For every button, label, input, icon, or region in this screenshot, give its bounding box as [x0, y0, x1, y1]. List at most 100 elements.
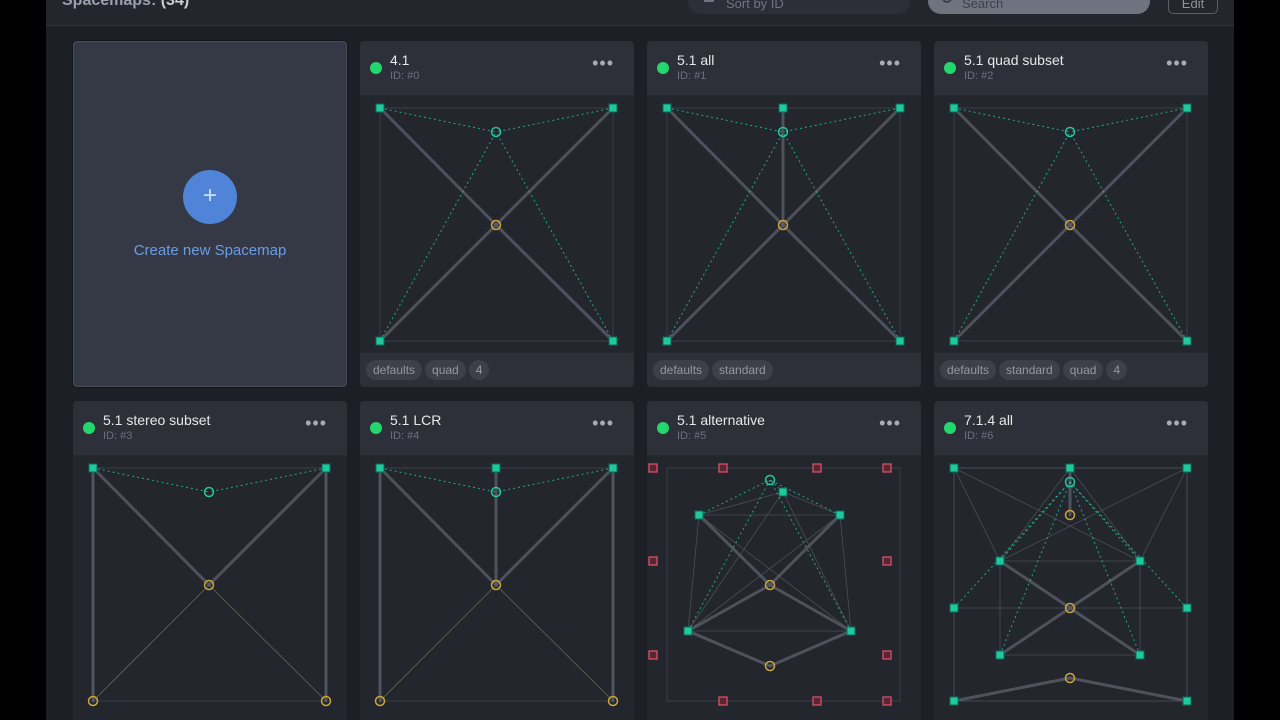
spacemap-card[interactable]: 7.1.4 all ID: #6 •••	[934, 401, 1208, 720]
dashed-link	[698, 479, 771, 516]
spacemap-diagram	[87, 463, 332, 707]
card-id: ID: #5	[677, 430, 707, 442]
tag-chip[interactable]: defaults	[366, 360, 423, 380]
more-options-icon[interactable]: •••	[592, 413, 614, 434]
dashed-link	[953, 131, 1071, 342]
listener-path	[379, 584, 497, 702]
card-title: 5.1 all	[677, 52, 715, 68]
speaker-path	[378, 106, 498, 227]
spacemap-diagram	[949, 103, 1192, 346]
speaker-path	[665, 106, 785, 227]
speaker-path	[768, 629, 853, 668]
tag-chip[interactable]: defaults	[653, 360, 710, 380]
tag-bar: defaults quad 4	[360, 353, 634, 387]
dashed-link	[769, 479, 841, 516]
speaker-node	[949, 696, 959, 706]
spacemap-card[interactable]: 4.1 ID: #0 ••• defaults quad 4	[360, 41, 634, 387]
speaker-path	[781, 223, 902, 343]
tag-chip[interactable]: quad	[1062, 360, 1104, 380]
speaker-node	[846, 626, 856, 636]
spacemaps-app: Spacemaps: (34) Sort by ID Search Edit +…	[46, 0, 1234, 720]
tag-chip[interactable]: 4	[468, 360, 490, 380]
dashed-link	[666, 107, 784, 133]
spacemap-card[interactable]: 5.1 alternative ID: #5 •••	[647, 401, 921, 720]
page-title: Spacemaps: (34)	[62, 0, 189, 10]
speaker-node	[949, 463, 959, 473]
dashed-link	[1069, 481, 1188, 609]
speaker-node	[778, 103, 788, 113]
sort-label: Sort by ID	[726, 0, 784, 11]
spacemap-card[interactable]: 5.1 stereo subset ID: #3 •••	[73, 401, 347, 720]
speaker-path	[952, 106, 1072, 227]
spacemap-card[interactable]: 5.1 LCR ID: #4 •••	[360, 401, 634, 720]
grid-line	[953, 467, 1001, 562]
card-id: ID: #6	[964, 430, 994, 442]
speaker-path	[378, 466, 498, 587]
more-options-icon[interactable]: •••	[305, 413, 327, 434]
card-title: 5.1 stereo subset	[103, 412, 211, 428]
speaker-path	[686, 629, 772, 668]
top-bar: Spacemaps: (34) Sort by ID Search Edit	[46, 0, 1234, 26]
disabled-speaker	[648, 556, 658, 566]
more-options-icon[interactable]: •••	[592, 53, 614, 74]
dashed-link	[782, 107, 901, 133]
speaker-node	[1182, 463, 1192, 473]
speaker-node	[949, 603, 959, 613]
search-input[interactable]: Search	[928, 0, 1150, 14]
edit-button[interactable]: Edit	[1168, 0, 1218, 14]
card-id: ID: #2	[964, 70, 994, 82]
speaker-path	[1068, 223, 1189, 343]
card-title: 5.1 quad subset	[964, 52, 1064, 68]
card-title: 4.1	[390, 52, 410, 68]
title-text: Spacemaps:	[62, 0, 157, 9]
dashed-link	[379, 467, 497, 493]
grid-line	[839, 514, 852, 632]
speaker-path	[494, 466, 615, 587]
speaker-path	[781, 106, 902, 227]
status-dot	[657, 422, 669, 434]
tag-chip[interactable]: defaults	[940, 360, 997, 380]
speaker-path	[91, 466, 211, 587]
tag-chip[interactable]: standard	[712, 360, 773, 380]
grid-line	[1139, 467, 1188, 562]
plus-icon[interactable]: +	[183, 170, 237, 224]
create-spacemap-card[interactable]: + Create new Spacemap	[73, 41, 347, 387]
grid-line	[1069, 467, 1141, 562]
speaker-node	[895, 336, 905, 346]
speaker-node	[608, 103, 618, 113]
card-title: 5.1 LCR	[390, 412, 442, 428]
speaker-node	[608, 463, 618, 473]
speaker-path	[378, 223, 498, 343]
speaker-node	[375, 463, 385, 473]
more-options-icon[interactable]: •••	[879, 413, 901, 434]
listener-path	[495, 584, 614, 702]
speaker-node	[835, 510, 845, 520]
search-icon	[942, 0, 952, 3]
speaker-path	[494, 223, 615, 343]
dashed-link	[666, 131, 784, 342]
disabled-speaker	[718, 696, 728, 706]
speaker-node	[321, 463, 331, 473]
disabled-speaker	[648, 463, 658, 473]
spacemap-card[interactable]: 5.1 quad subset ID: #2 ••• defaults standard…	[934, 41, 1208, 387]
speaker-node	[375, 103, 385, 113]
card-header: 7.1.4 all ID: #6 •••	[934, 401, 1208, 455]
more-options-icon[interactable]: •••	[1166, 413, 1188, 434]
create-spacemap-label[interactable]: Create new Spacemap	[74, 242, 346, 259]
spacemap-diagram	[374, 463, 619, 707]
grid-line	[999, 467, 1188, 562]
speaker-path	[1068, 676, 1189, 703]
disabled-speaker	[812, 696, 822, 706]
sort-dropdown[interactable]: Sort by ID	[688, 0, 910, 14]
speaker-node	[88, 463, 98, 473]
spacemap-card[interactable]: 5.1 all ID: #1 ••• defaults standard	[647, 41, 921, 387]
more-options-icon[interactable]: •••	[1166, 53, 1188, 74]
speaker-node	[662, 336, 672, 346]
more-options-icon[interactable]: •••	[879, 53, 901, 74]
tag-chip[interactable]: 4	[1106, 360, 1128, 380]
tag-chip[interactable]: quad	[425, 360, 466, 380]
speaker-node	[491, 463, 501, 473]
disabled-speaker	[882, 650, 892, 660]
grid-line	[782, 491, 841, 516]
tag-chip[interactable]: standard	[999, 360, 1060, 380]
